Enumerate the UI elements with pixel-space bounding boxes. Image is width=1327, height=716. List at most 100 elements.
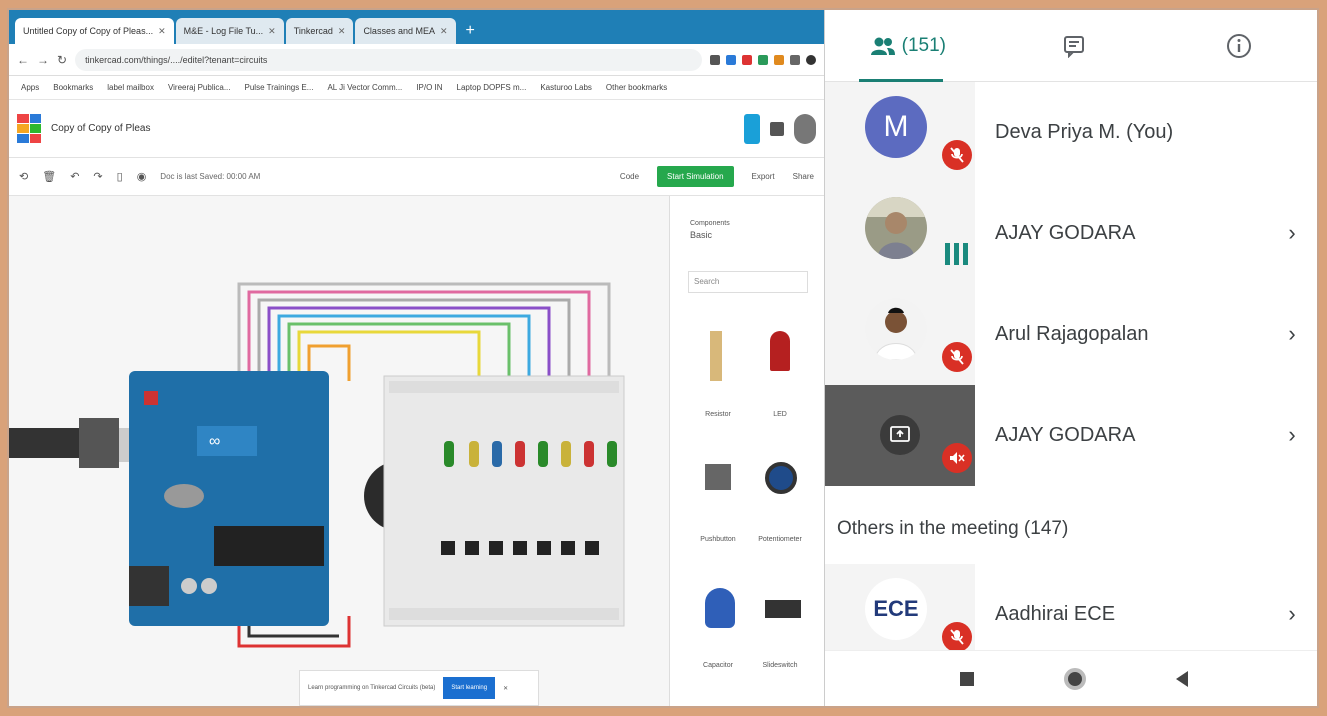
code-button[interactable]: Code — [620, 172, 639, 181]
chevron-right-icon[interactable]: › — [1272, 594, 1312, 634]
document-name[interactable]: Copy of Copy of Pleas — [51, 123, 151, 134]
back-arrow-icon[interactable]: ← — [17, 53, 29, 67]
url-input[interactable]: tinkercad.com/things/..../editel?tenant=… — [75, 48, 702, 71]
bookmark-item[interactable]: Pulse Trainings E... — [245, 83, 314, 92]
new-tab-icon[interactable]: + — [458, 22, 483, 44]
bookmark-item[interactable]: label mailbox — [107, 83, 154, 92]
led-icon[interactable] — [770, 331, 790, 371]
view-toggle[interactable] — [744, 113, 760, 144]
profile-icon[interactable] — [806, 54, 816, 65]
chevron-right-icon[interactable]: › — [1272, 415, 1312, 455]
shared-screen: Untitled Copy of Copy of Pleas... ✕ M&E -… — [9, 10, 824, 706]
people-count: (151) — [901, 34, 947, 56]
participant-row[interactable]: M Deva Priya M. (You) — [825, 82, 1317, 183]
close-icon[interactable]: ✕ — [440, 26, 448, 37]
export-button[interactable]: Export — [752, 172, 775, 181]
mic-off-icon — [942, 342, 972, 372]
components-select[interactable]: Basic — [690, 230, 712, 240]
chat-icon — [1063, 35, 1084, 58]
mic-off-icon — [942, 140, 972, 170]
forward-arrow-icon[interactable]: → — [37, 53, 49, 67]
extension-icon[interactable] — [710, 54, 720, 65]
participant-row[interactable]: Arul Rajagopalan › — [825, 284, 1317, 385]
svg-text:∞: ∞ — [209, 433, 220, 450]
potentiometer-icon[interactable] — [765, 462, 797, 494]
close-icon[interactable]: ✕ — [158, 26, 166, 37]
browser-tab[interactable]: Untitled Copy of Copy of Pleas... ✕ — [15, 18, 174, 44]
meeting-panel: (151) M Deva Priya M. (You) AJAY GODARA … — [824, 10, 1317, 706]
tab-people[interactable]: (151) — [825, 10, 991, 82]
delete-icon[interactable]: 🗑 — [42, 170, 56, 183]
capacitor-icon[interactable] — [705, 588, 735, 628]
close-icon[interactable]: ✕ — [503, 685, 508, 692]
browser-tab[interactable]: M&E - Log File Tu... ✕ — [175, 18, 284, 44]
tinkercad-logo[interactable] — [17, 113, 41, 144]
bookmark-item[interactable]: Laptop DOPFS m... — [457, 83, 527, 92]
volume-off-icon — [942, 443, 972, 473]
android-nav-bar — [825, 650, 1317, 706]
share-button[interactable]: Share — [793, 172, 814, 181]
avatar — [865, 298, 927, 360]
banner-text: Learn programming on Tinkercad Circuits … — [308, 685, 436, 691]
redo-icon[interactable]: ↷ — [93, 170, 102, 183]
close-icon[interactable]: ✕ — [338, 26, 346, 37]
chevron-right-icon[interactable]: › — [1272, 213, 1312, 253]
start-simulation-button[interactable]: Start Simulation — [657, 166, 734, 187]
toolbar-actions: Code Start Simulation Export Share — [620, 166, 824, 187]
component-label: LED — [773, 411, 787, 418]
browser-tab[interactable]: Classes and MEA ✕ — [355, 18, 456, 44]
slideswitch-icon[interactable] — [765, 600, 801, 618]
participant-row[interactable]: AJAY GODARA › — [825, 385, 1317, 486]
avatar-area — [825, 284, 975, 385]
address-bar-row: ← → ↻ tinkercad.com/things/..../editel?t… — [9, 44, 824, 76]
extension-icon[interactable] — [726, 54, 736, 65]
circuit-canvas[interactable]: ∞ — [9, 196, 669, 706]
bookmark-item[interactable]: Other bookmarks — [606, 83, 667, 92]
search-input[interactable]: Search — [688, 271, 808, 293]
avatar-area — [825, 385, 975, 486]
home-icon[interactable] — [1063, 667, 1086, 690]
pushbutton-icon[interactable] — [705, 464, 731, 490]
bookmark-item[interactable]: Vireeraj Publica... — [168, 83, 231, 92]
participant-row[interactable]: AJAY GODARA › — [825, 183, 1317, 284]
eye-icon[interactable]: ◉ — [137, 170, 147, 183]
tab-label: Tinkercad — [293, 26, 333, 36]
tab-info[interactable] — [1156, 10, 1317, 82]
avatar[interactable] — [794, 113, 816, 144]
start-learning-button[interactable]: Start learning — [443, 677, 496, 699]
extension-icon[interactable] — [758, 54, 768, 65]
resistor-icon[interactable] — [710, 331, 722, 381]
tab-chat[interactable] — [991, 10, 1157, 82]
extension-icon[interactable] — [790, 54, 800, 65]
participant-name: Arul Rajagopalan — [995, 323, 1149, 345]
bookmark-item[interactable]: IP/O IN — [416, 83, 442, 92]
participant-name: AJAY GODARA — [995, 222, 1136, 244]
rotate-icon[interactable]: ⟲ — [19, 170, 28, 183]
mic-off-icon — [942, 622, 972, 652]
extension-icon[interactable] — [774, 54, 784, 65]
undo-icon[interactable]: ↶ — [70, 170, 79, 183]
avatar — [865, 197, 927, 259]
avatar: M — [865, 96, 927, 158]
back-icon[interactable] — [1175, 670, 1188, 687]
info-icon — [1227, 33, 1252, 58]
extension-icon[interactable] — [742, 54, 752, 65]
component-label: Resistor — [705, 411, 731, 418]
bookmark-item[interactable]: Bookmarks — [53, 83, 93, 92]
tab-label: Untitled Copy of Copy of Pleas... — [23, 26, 154, 36]
extensions-area — [710, 54, 816, 65]
grid-icon[interactable] — [770, 121, 784, 136]
bookmark-item[interactable]: Kasturoo Labs — [540, 83, 592, 92]
circuit-diagram[interactable]: ∞ — [9, 196, 669, 706]
tab-label: M&E - Log File Tu... — [183, 26, 264, 36]
avatar: ECE — [865, 578, 927, 640]
tab-label: Classes and MEA — [363, 26, 435, 36]
chevron-right-icon[interactable]: › — [1272, 314, 1312, 354]
browser-tab[interactable]: Tinkercad ✕ — [285, 18, 354, 44]
reload-icon[interactable]: ↻ — [57, 53, 67, 67]
bookmark-item[interactable]: AL Ji Vector Comm... — [327, 83, 402, 92]
bookmark-item[interactable]: Apps — [21, 83, 39, 92]
notes-icon[interactable]: ▯ — [117, 170, 123, 183]
recents-icon[interactable] — [959, 671, 974, 686]
close-icon[interactable]: ✕ — [268, 26, 276, 37]
